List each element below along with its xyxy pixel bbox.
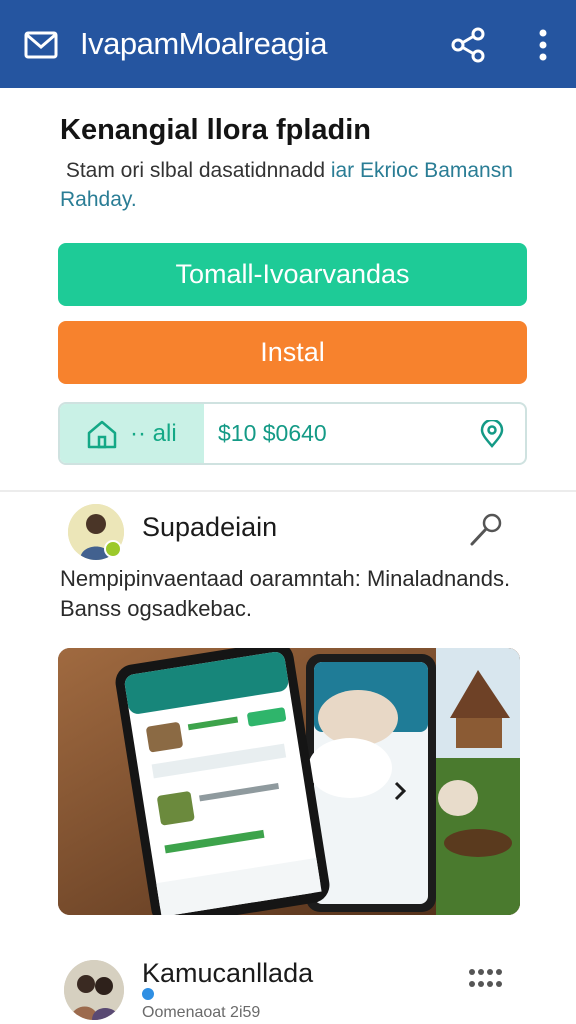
location-pin-icon[interactable] — [478, 420, 506, 448]
install-button[interactable]: Instal — [58, 321, 527, 384]
microphone-icon[interactable] — [466, 510, 506, 550]
next-post-author-name[interactable]: Kamucanllada — [142, 958, 313, 989]
online-badge — [104, 540, 122, 558]
home-segment[interactable]: ·· ali — [60, 404, 204, 463]
primary-button[interactable]: Tomall-Ivoarvandas — [58, 243, 527, 306]
more-vertical-icon[interactable] — [528, 26, 558, 64]
card-title: Kenangial llora fpladin — [60, 114, 371, 146]
home-icon — [87, 420, 117, 448]
post-image[interactable] — [58, 648, 520, 915]
app-title: IvapamMoalreagia — [80, 26, 328, 61]
mail-icon[interactable] — [24, 28, 58, 62]
more-horizontal-icon[interactable] — [466, 964, 504, 992]
post-author-name[interactable]: Supadeiain — [142, 512, 277, 543]
card-description-text: ⁠ Stam ori slbal dasatidnnadd — [60, 159, 325, 182]
next-post-meta: Oomenaoat 2i59 — [142, 1004, 261, 1021]
segment-label: ·· ali — [130, 419, 177, 447]
price-text: $10 $0640 — [218, 420, 327, 446]
post-text: Nempipinvaentaad oaramntah: Minaladnands… — [60, 566, 511, 621]
section-divider — [0, 490, 576, 492]
card-description: ⁠ Stam ori slbal dasatidnnadd iar Ekrioc… — [60, 156, 530, 214]
price-bar: ·· ali $10 $0640 — [58, 402, 527, 465]
share-icon[interactable] — [450, 26, 486, 64]
avatar[interactable] — [64, 960, 124, 1020]
app-bar: IvapamMoalreagia — [0, 0, 576, 88]
